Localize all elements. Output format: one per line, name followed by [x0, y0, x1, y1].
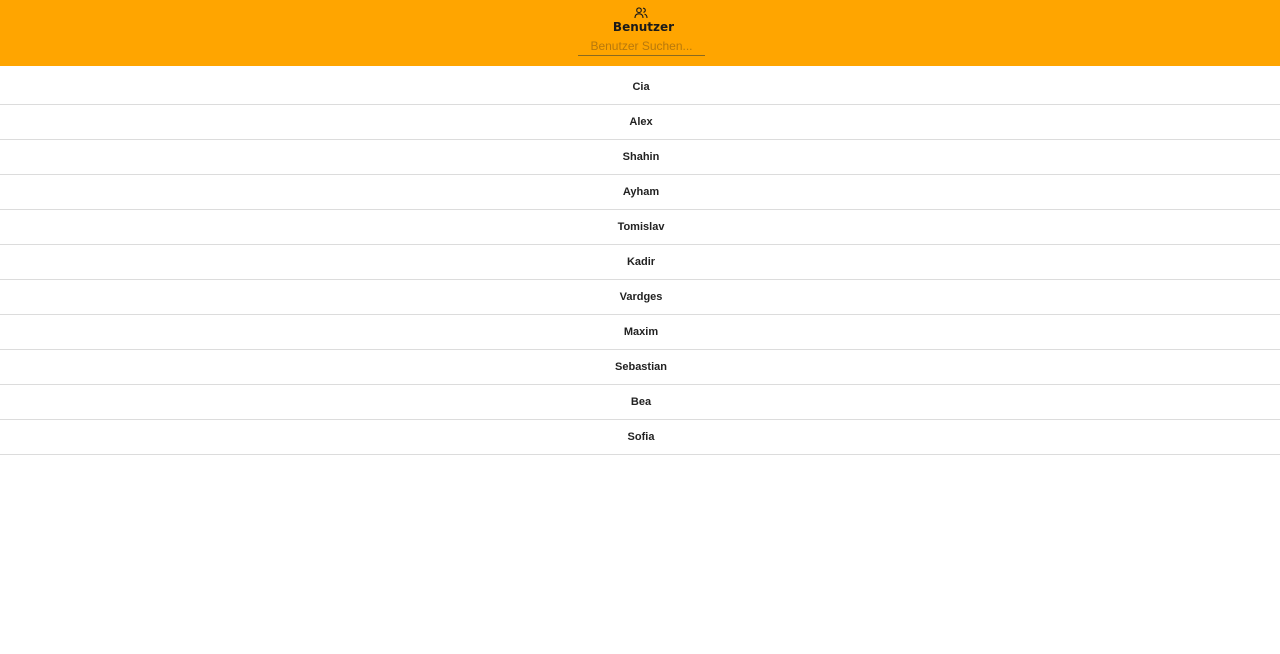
users-icon: [634, 7, 648, 19]
user-name: Ayham: [622, 186, 660, 198]
page-title: Benutzer: [612, 20, 675, 34]
header-bar: Benutzer: [0, 0, 1280, 66]
user-name: Vardges: [619, 291, 663, 303]
user-name: Sebastian: [615, 361, 667, 373]
user-list-item[interactable]: Sofia: [0, 420, 1280, 455]
user-list-item[interactable]: Tomislav: [0, 210, 1280, 245]
user-name: Maxim: [623, 326, 659, 338]
user-list: Cia Alex Shahin Ayham Tomislav Kadir Var…: [0, 66, 1280, 455]
user-name: Bea: [630, 396, 652, 408]
user-search-input[interactable]: [578, 37, 705, 56]
user-list-item[interactable]: Ayham: [0, 175, 1280, 210]
user-name: Tomislav: [617, 221, 665, 233]
user-list-item[interactable]: Cia: [0, 70, 1280, 105]
user-list-item[interactable]: Sebastian: [0, 350, 1280, 385]
user-name: Sofia: [627, 431, 655, 443]
user-list-item[interactable]: Shahin: [0, 140, 1280, 175]
user-list-item[interactable]: Kadir: [0, 245, 1280, 280]
user-list-item[interactable]: Bea: [0, 385, 1280, 420]
user-name: Cia: [632, 81, 650, 93]
user-list-item[interactable]: Maxim: [0, 315, 1280, 350]
user-name: Shahin: [622, 151, 660, 163]
user-list-item[interactable]: Alex: [0, 105, 1280, 140]
user-name: Kadir: [626, 256, 656, 268]
user-name: Alex: [629, 116, 653, 128]
user-list-item[interactable]: Vardges: [0, 280, 1280, 315]
